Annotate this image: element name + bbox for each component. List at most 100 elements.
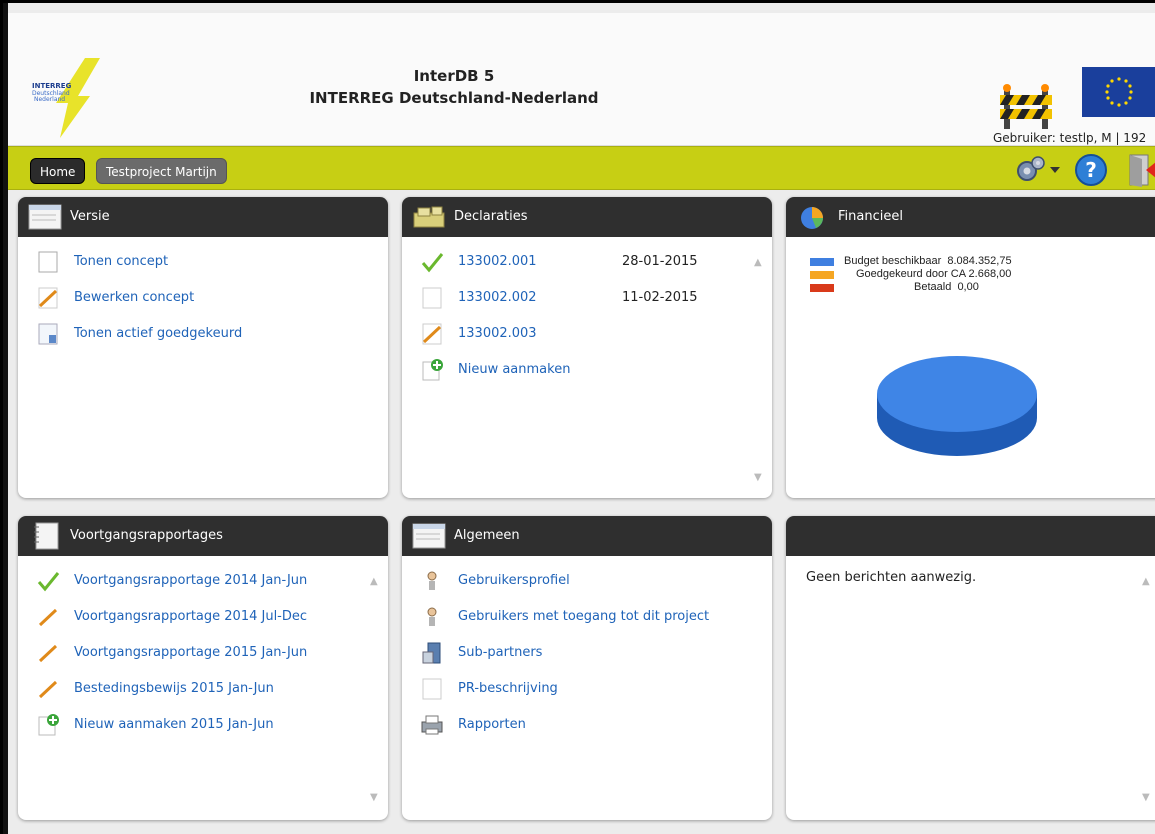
- user-info: Gebruiker: testlp, M | 192: [993, 131, 1147, 145]
- approved-document-icon: [36, 323, 60, 345]
- user-icon: [420, 606, 444, 628]
- declaraties-title: Declaraties: [454, 209, 528, 224]
- settings-menu-button[interactable]: [1014, 155, 1064, 183]
- construction-barrier-icon: [998, 83, 1054, 129]
- scroll-up-icon[interactable]: ▲: [754, 257, 764, 268]
- list-item[interactable]: Bestedingsbewijs 2015 Jan-Jun: [18, 678, 388, 700]
- printer-icon: [420, 714, 444, 736]
- nieuw-aanmaken-link[interactable]: Nieuw aanmaken 2015 Jan-Jun: [74, 717, 274, 732]
- document-icon: [36, 251, 60, 273]
- legend-swatch: [810, 284, 834, 292]
- financieel-title: Financieel: [838, 209, 903, 224]
- algemeen-title: Algemeen: [454, 528, 520, 543]
- checkmark-icon: [36, 570, 60, 592]
- list-item[interactable]: Gebruikers met toegang tot dit project: [402, 606, 772, 628]
- scroll-down-icon[interactable]: ▼: [1142, 792, 1152, 803]
- berichten-panel: Geen berichten aanwezig. ▲ ▼: [786, 516, 1155, 820]
- list-item[interactable]: 133002.003: [402, 323, 772, 345]
- declaratie-link[interactable]: 133002.002: [458, 290, 537, 305]
- tab-testproject[interactable]: Testproject Martijn: [96, 158, 227, 184]
- edit-pencil-icon: [36, 642, 60, 664]
- window-icon: [412, 522, 446, 550]
- list-item[interactable]: Gebruikersprofiel: [402, 570, 772, 592]
- rapportage-link[interactable]: Voortgangsrapportage 2015 Jan-Jun: [74, 645, 307, 660]
- pie-chart-icon: [796, 203, 830, 231]
- algemeen-header: Algemeen: [402, 516, 772, 556]
- scroll-up-icon[interactable]: ▲: [1142, 576, 1152, 587]
- gebruikersprofiel-link[interactable]: Gebruikersprofiel: [458, 573, 570, 588]
- legend-label: Goedgekeurd door CA 2.668,00: [856, 268, 1011, 281]
- list-item[interactable]: PR-beschrijving: [402, 678, 772, 700]
- declaratie-link[interactable]: 133002.003: [458, 326, 537, 341]
- tab-home[interactable]: Home: [30, 158, 86, 184]
- document-icon: [420, 678, 444, 700]
- bewerken-concept-link[interactable]: Bewerken concept: [74, 290, 194, 305]
- money-icon: [412, 203, 446, 231]
- eu-flag-icon: [1082, 67, 1155, 117]
- page-title: InterDB 5 INTERREG Deutschland-Nederland: [8, 65, 1155, 109]
- financieel-panel: Financieel Budget beschikbaar 8.084.352,…: [786, 197, 1155, 498]
- list-item[interactable]: Voortgangsrapportage 2014 Jul-Dec: [18, 606, 388, 628]
- legend-value: 8.084.352,75: [947, 255, 1012, 267]
- list-item[interactable]: Nieuw aanmaken 2015 Jan-Jun: [18, 714, 388, 736]
- list-item[interactable]: Bewerken concept: [18, 287, 388, 309]
- svg-text:?: ?: [1085, 158, 1097, 182]
- navigation-bar: Home Testproject Martijn ?: [8, 146, 1155, 190]
- voortgang-header: Voortgangsrapportages: [18, 516, 388, 556]
- nieuw-aanmaken-link[interactable]: Nieuw aanmaken: [458, 362, 570, 377]
- declaratie-link[interactable]: 133002.001: [458, 254, 537, 269]
- legend-label: Budget beschikbaar 8.084.352,75: [844, 255, 1012, 268]
- user-icon: [420, 570, 444, 592]
- tonen-actief-link[interactable]: Tonen actief goedgekeurd: [74, 326, 242, 341]
- legend-label: Betaald 0,00: [914, 281, 979, 294]
- rapportage-link[interactable]: Voortgangsrapportage 2014 Jan-Jun: [74, 573, 307, 588]
- edit-pencil-icon: [36, 606, 60, 628]
- edit-pencil-icon: [36, 678, 60, 700]
- versie-panel: Versie Tonen concept Bewerken concept To…: [18, 197, 388, 498]
- scroll-down-icon[interactable]: ▼: [370, 792, 380, 803]
- legend-value: 2.668,00: [968, 268, 1012, 280]
- list-item[interactable]: Voortgangsrapportage 2014 Jan-Jun: [18, 570, 388, 592]
- list-item[interactable]: Tonen actief goedgekeurd: [18, 323, 388, 345]
- legend-swatch: [810, 271, 834, 279]
- list-item[interactable]: Voortgangsrapportage 2015 Jan-Jun: [18, 642, 388, 664]
- scroll-down-icon[interactable]: ▼: [754, 472, 764, 483]
- versie-header: Versie: [18, 197, 388, 237]
- list-item[interactable]: 133002.001 28-01-2015: [402, 251, 772, 273]
- list-item[interactable]: Sub-partners: [402, 642, 772, 664]
- window-icon: [28, 203, 62, 231]
- declaratie-date: 28-01-2015: [622, 254, 698, 269]
- rapporten-link[interactable]: Rapporten: [458, 717, 526, 732]
- list-item[interactable]: Tonen concept: [18, 251, 388, 273]
- logout-icon[interactable]: [1126, 153, 1155, 187]
- scroll-up-icon[interactable]: ▲: [370, 576, 380, 587]
- sub-partners-link[interactable]: Sub-partners: [458, 645, 542, 660]
- list-item[interactable]: Nieuw aanmaken: [402, 359, 772, 381]
- declaraties-header: Declaraties: [402, 197, 772, 237]
- app-window: INTERREG Deutschland Nederland InterDB 5…: [3, 3, 1155, 834]
- legend-value: 0,00: [957, 281, 979, 293]
- legend-label-text: Betaald: [914, 281, 952, 293]
- rapportage-link[interactable]: Voortgangsrapportage 2014 Jul-Dec: [74, 609, 307, 624]
- versie-title: Versie: [70, 209, 110, 224]
- pr-beschrijving-link[interactable]: PR-beschrijving: [458, 681, 558, 696]
- list-item[interactable]: Rapporten: [402, 714, 772, 736]
- notebook-icon: [28, 522, 62, 550]
- help-icon[interactable]: ?: [1074, 153, 1108, 187]
- add-new-icon: [36, 714, 60, 736]
- program-name: INTERREG Deutschland-Nederland: [309, 89, 599, 107]
- legend-label-text: Goedgekeurd door CA: [856, 268, 966, 280]
- tonen-concept-link[interactable]: Tonen concept: [74, 254, 168, 269]
- rapportage-link[interactable]: Bestedingsbewijs 2015 Jan-Jun: [74, 681, 274, 696]
- algemeen-panel: Algemeen Gebruikersprofiel Gebruikers me…: [402, 516, 772, 820]
- edit-pencil-icon: [420, 323, 444, 345]
- declaratie-date: 11-02-2015: [622, 290, 698, 305]
- no-messages-text: Geen berichten aanwezig.: [806, 570, 977, 585]
- checkmark-icon: [420, 251, 444, 273]
- financieel-header: Financieel: [786, 197, 1155, 237]
- declaraties-panel: Declaraties 133002.001 28-01-2015 133002…: [402, 197, 772, 498]
- gebruikers-toegang-link[interactable]: Gebruikers met toegang tot dit project: [458, 609, 709, 624]
- add-new-icon: [420, 359, 444, 381]
- list-item[interactable]: 133002.002 11-02-2015: [402, 287, 772, 309]
- document-icon: [420, 287, 444, 309]
